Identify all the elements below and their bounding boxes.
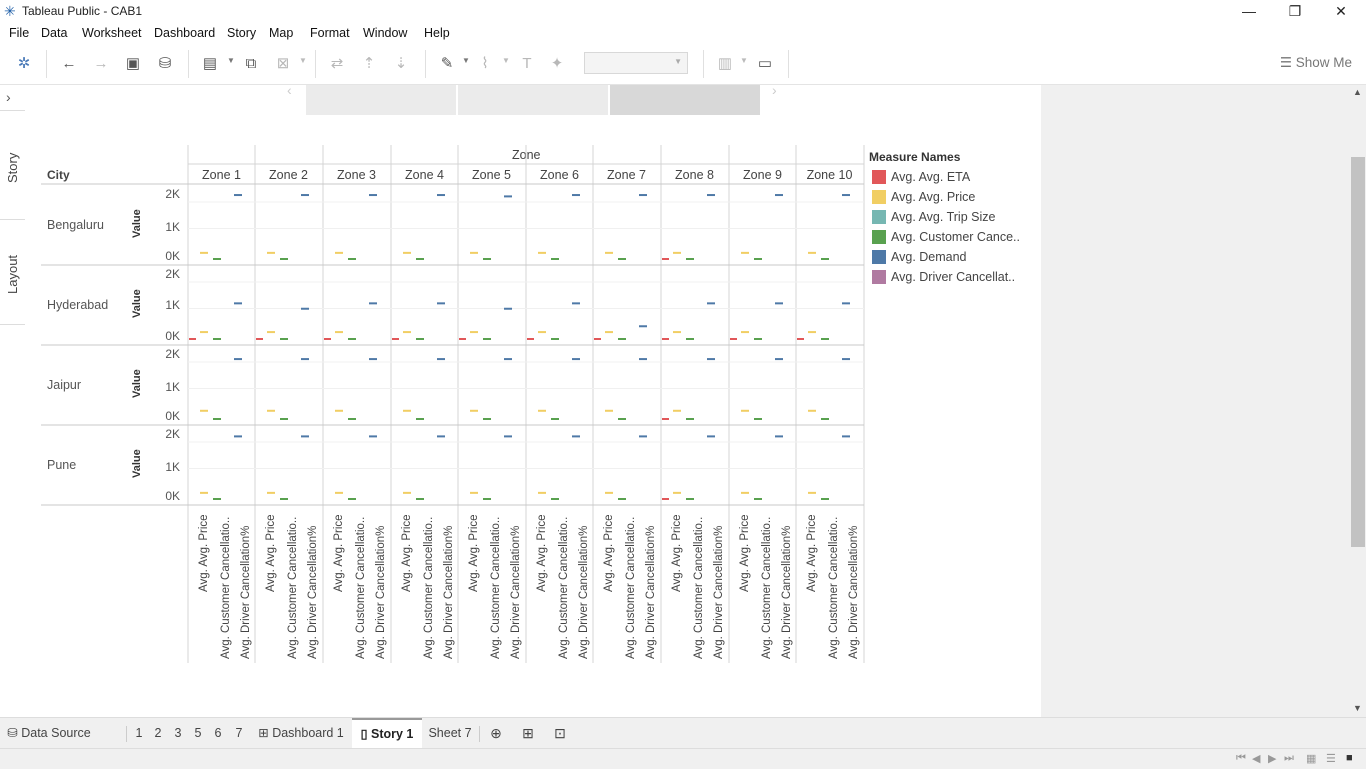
first-page-icon[interactable]: ⏮: [1236, 752, 1246, 765]
sheet-tab[interactable]: 2: [150, 718, 166, 748]
dashboard-tab[interactable]: ⊞ Dashboard 1: [254, 718, 348, 748]
x-tick-label: Avg. Customer Cancellatio..: [761, 516, 773, 659]
x-tick-label: Avg. Driver Cancellation%: [375, 525, 387, 659]
x-tick-label: Avg. Customer Cancellatio..: [423, 516, 435, 659]
sheet7-tab[interactable]: Sheet 7: [425, 718, 475, 748]
x-tick-label: Avg. Avg. Price: [468, 514, 480, 592]
show-me-icon: ☰: [1279, 55, 1296, 70]
legend-swatch: [872, 270, 886, 284]
legend-swatch: [872, 190, 886, 204]
legend-swatch: [872, 230, 886, 244]
x-tick-label: Avg. Driver Cancellation%: [240, 525, 252, 659]
prev-page-icon[interactable]: ◀: [1252, 752, 1260, 765]
x-tick-label: Avg. Customer Cancellatio..: [828, 516, 840, 659]
x-tick-label: Avg. Driver Cancellation%: [713, 525, 725, 659]
x-tick-label: Avg. Driver Cancellation%: [578, 525, 590, 659]
sheet-tab[interactable]: 6: [210, 718, 226, 748]
legend-swatch: [872, 210, 886, 224]
x-tick-label: Avg. Customer Cancellatio..: [355, 516, 367, 659]
canvas-background: [1041, 85, 1350, 717]
minimize-button[interactable]: —: [1226, 0, 1272, 24]
close-button[interactable]: ✕: [1318, 0, 1364, 24]
legend-swatch: [872, 250, 886, 264]
x-tick-label: Avg. Driver Cancellation%: [848, 525, 860, 659]
x-tick-label: Avg. Customer Cancellatio..: [287, 516, 299, 659]
new-dashboard-tab-icon[interactable]: ⊞: [518, 718, 538, 748]
new-story-tab-icon[interactable]: ⊡: [550, 718, 570, 748]
restore-button[interactable]: ❐: [1272, 0, 1318, 24]
x-tick-label: Avg. Customer Cancellatio..: [693, 516, 705, 659]
x-tick-label: Avg. Driver Cancellation%: [781, 525, 793, 659]
sheet-tab-bar: ⛁ Data Source 1 2 3 5 6 7 ⊞ Dashboard 1 …: [0, 717, 1366, 749]
x-tick-label: Avg. Customer Cancellatio..: [558, 516, 570, 659]
last-page-icon[interactable]: ⏭: [1284, 752, 1294, 765]
x-tick-label: Avg. Avg. Price: [265, 514, 277, 592]
tab-separator: [479, 726, 480, 742]
scrollbar-thumb[interactable]: [1351, 157, 1365, 547]
sheet-tab[interactable]: 5: [190, 718, 206, 748]
sheet-tab[interactable]: 3: [170, 718, 186, 748]
x-tick-label: Avg. Avg. Price: [603, 514, 615, 592]
scroll-down-icon[interactable]: ▼: [1353, 703, 1362, 713]
scroll-up-icon[interactable]: ▲: [1353, 87, 1362, 97]
legend-title: Measure Names: [869, 150, 961, 164]
status-bar: ⏮ ◀ ▶ ⏭ ▦ ☰ ■: [0, 748, 1366, 769]
new-worksheet-tab-icon[interactable]: ⊕: [486, 718, 506, 748]
x-tick-label: Avg. Driver Cancellation%: [510, 525, 522, 659]
tab-separator: [126, 726, 127, 742]
x-tick-label: Avg. Avg. Price: [198, 514, 210, 592]
dashboard-icon: ⊞: [258, 726, 273, 740]
sheet-tab[interactable]: 1: [131, 718, 147, 748]
legend-swatch: [872, 170, 886, 184]
show-me-button[interactable]: ☰ Show Me: [1280, 55, 1352, 71]
next-page-icon[interactable]: ▶: [1268, 752, 1276, 765]
x-tick-label: Avg. Customer Cancellatio..: [625, 516, 637, 659]
story-icon: ▯: [360, 727, 371, 741]
x-tick-label: Avg. Avg. Price: [739, 514, 751, 592]
list-view-icon[interactable]: ☰: [1326, 752, 1336, 765]
grid-view-icon[interactable]: ▦: [1306, 752, 1316, 765]
x-tick-label: Avg. Avg. Price: [536, 514, 548, 592]
x-tick-label: Avg. Avg. Price: [333, 514, 345, 592]
story-tab[interactable]: ▯ Story 1: [352, 718, 422, 748]
x-tick-label: Avg. Avg. Price: [671, 514, 683, 592]
x-tick-label: Avg. Avg. Price: [806, 514, 818, 592]
legend-label: Avg. Driver Cancellat..: [891, 270, 1016, 284]
vertical-scrollbar[interactable]: ▲ ▼: [1350, 85, 1366, 717]
x-tick-label: Avg. Driver Cancellation%: [645, 525, 657, 659]
x-tick-label: Avg. Driver Cancellation%: [443, 525, 455, 659]
legend-label: Avg. Customer Cance..: [891, 230, 1020, 244]
show-me-label: Show Me: [1295, 55, 1352, 70]
legend-label: Avg. Demand: [891, 250, 967, 264]
filmstrip-view-icon[interactable]: ■: [1346, 752, 1353, 764]
x-tick-label: Avg. Avg. Price: [401, 514, 413, 592]
x-tick-label: Avg. Customer Cancellatio..: [490, 516, 502, 659]
legend-label: Avg. Avg. Trip Size: [891, 210, 996, 224]
database-icon: ⛁: [7, 726, 22, 740]
sheet-tab[interactable]: 7: [231, 718, 247, 748]
legend-label: Avg. Avg. Price: [891, 190, 976, 204]
x-tick-label: Avg. Customer Cancellatio..: [220, 516, 232, 659]
legend-label: Avg. Avg. ETA: [891, 170, 971, 184]
x-tick-label: Avg. Driver Cancellation%: [307, 525, 319, 659]
data-source-tab[interactable]: ⛁ Data Source: [4, 718, 94, 748]
